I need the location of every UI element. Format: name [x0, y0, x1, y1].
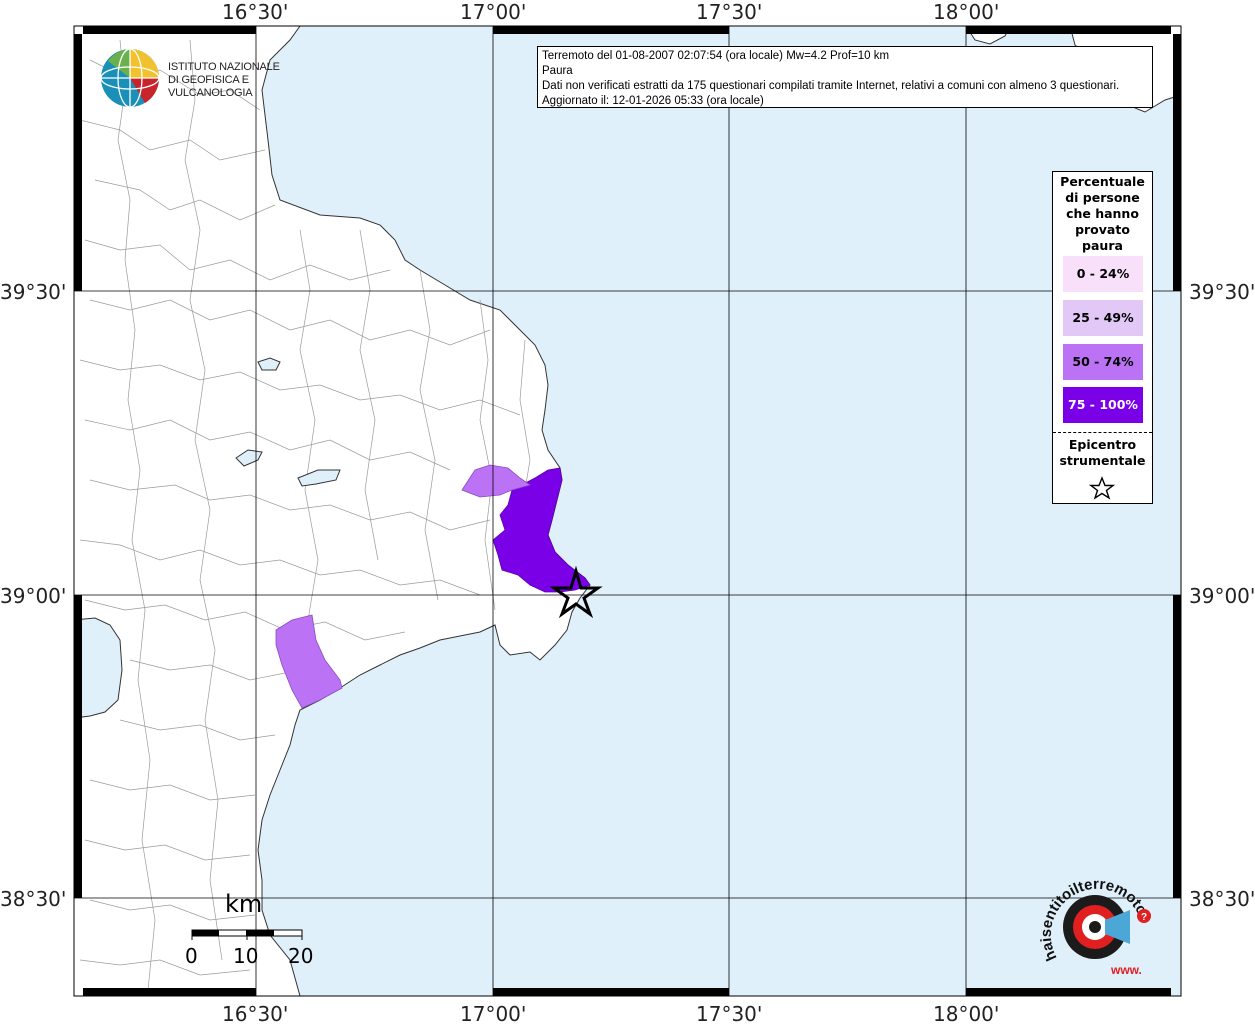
data-note: Dati non verificati estratti da 175 ques… — [542, 80, 1120, 92]
haisentito-url: www. — [1110, 963, 1142, 977]
legend: Percentuale di persone che hanno provato… — [1052, 171, 1153, 504]
scale-bar-graphic — [191, 929, 303, 940]
legend-title: Percentuale di persone che hanno provato… — [1060, 174, 1145, 253]
legend-item-0-24: 0 - 24% — [1063, 256, 1143, 292]
scale-label-20: 20 — [288, 944, 314, 968]
lon-tick-top-2: 17°00' — [460, 0, 527, 24]
map-subtitle: Paura — [542, 65, 573, 77]
legend-item-50-74: 50 - 74% — [1063, 344, 1143, 380]
lon-tick-bottom-3: 17°30' — [696, 1002, 763, 1026]
ingv-name-line2: DI GEOFISICA E VULCANOLOGIA — [168, 74, 253, 99]
star-icon — [1089, 476, 1115, 500]
scale-bar: km 0 10 20 — [185, 890, 325, 970]
lon-tick-top-4: 18°00' — [933, 0, 1000, 24]
lon-tick-bottom-4: 18°00' — [933, 1002, 1000, 1026]
event-title: Terremoto del 01-08-2007 02:07:54 (ora l… — [542, 50, 890, 62]
lon-tick-bottom-2: 17°00' — [460, 1002, 527, 1026]
legend-item-25-49: 25 - 49% — [1063, 300, 1143, 336]
lon-tick-bottom-1: 16°30' — [222, 1002, 289, 1026]
scale-unit: km — [225, 890, 263, 918]
event-info-box: Terremoto del 01-08-2007 02:07:54 (ora l… — [537, 46, 1153, 108]
scale-label-0: 0 — [185, 944, 198, 968]
intensity-map — [73, 25, 1182, 997]
lon-tick-top-1: 16°30' — [222, 0, 289, 24]
ingv-name: ISTITUTO NAZIONALE DI GEOFISICA E VULCAN… — [168, 61, 315, 100]
legend-separator — [1053, 432, 1152, 433]
lat-tick-left-2: 39°00' — [0, 584, 67, 608]
lat-tick-right-3: 38°30' — [1189, 887, 1255, 911]
lat-tick-right-2: 39°00' — [1189, 584, 1255, 608]
lon-tick-top-3: 17°30' — [696, 0, 763, 24]
update-time: Aggiornato il: 12-01-2026 05:33 (ora loc… — [542, 95, 764, 107]
globe-icon — [100, 48, 160, 108]
lat-tick-right-1: 39°30' — [1189, 280, 1255, 304]
legend-epicenter-label: Epicentro strumentale — [1059, 437, 1146, 468]
lat-tick-left-1: 39°30' — [0, 280, 67, 304]
legend-item-75-100: 75 - 100% — [1063, 387, 1143, 423]
ingv-logo: ISTITUTO NAZIONALE DI GEOFISICA E VULCAN… — [100, 47, 315, 109]
svg-text:?: ? — [1141, 912, 1147, 923]
ingv-name-line1: ISTITUTO NAZIONALE — [168, 61, 280, 73]
lat-tick-left-3: 38°30' — [0, 887, 67, 911]
scale-label-10: 10 — [233, 944, 259, 968]
haisentito-logo: haisentitoilterremoto.it ? www. — [1033, 859, 1155, 982]
